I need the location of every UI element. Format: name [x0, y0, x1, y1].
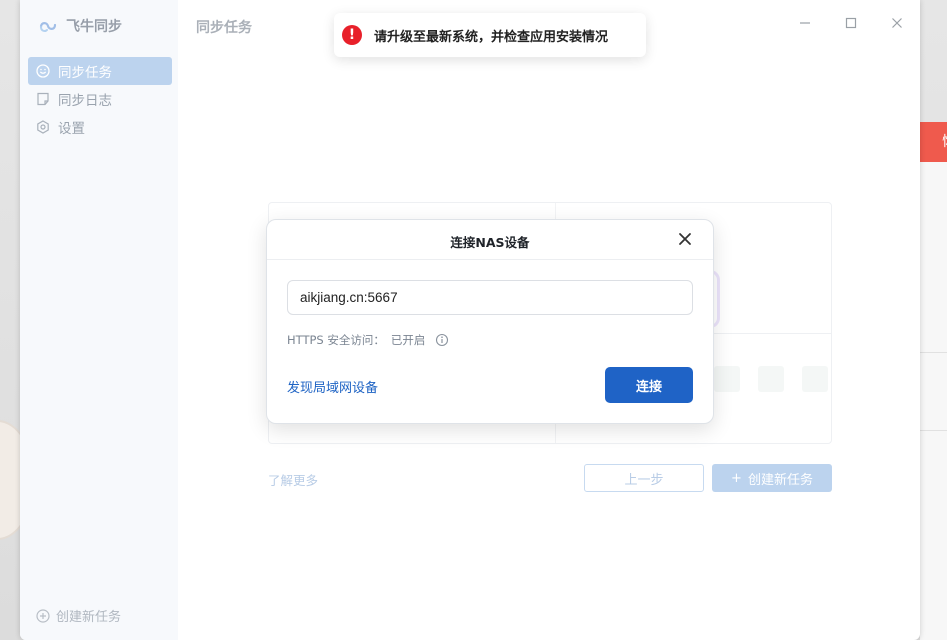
background-divider: [920, 430, 947, 431]
app-window: 飞牛同步 同步任务 同步日志 设置 创建新任务 同步任务 了解更多 上一步 + …: [20, 0, 920, 640]
minimize-icon: [800, 22, 810, 24]
sidebar-item-sync-tasks[interactable]: 同步任务: [28, 57, 172, 85]
dialog-close-icon[interactable]: [677, 231, 693, 247]
close-window-button[interactable]: [888, 14, 906, 32]
sidebar-item-label: 同步任务: [58, 65, 112, 81]
brand: 飞牛同步: [38, 16, 122, 36]
dialog-title: 连接NAS设备: [450, 235, 530, 250]
previous-step-button[interactable]: 上一步: [584, 464, 704, 492]
background-window-panel: [920, 162, 947, 640]
create-task-label: 创建新任务: [747, 472, 813, 488]
sidebar-nav: 同步任务 同步日志 设置: [28, 57, 172, 141]
create-task-button[interactable]: + 创建新任务: [712, 464, 832, 492]
sidebar-item-settings[interactable]: 设置: [28, 113, 172, 141]
sidebar-create-task-button[interactable]: 创建新任务: [36, 606, 121, 625]
connect-button[interactable]: 连接: [605, 367, 693, 403]
https-status-row: HTTPS 安全访问： 已开启: [287, 332, 449, 348]
logo-icon: [39, 22, 57, 32]
error-icon: !: [342, 25, 362, 45]
note-icon: [36, 92, 50, 106]
https-value: 已开启: [390, 333, 426, 347]
sidebar-item-label: 设置: [58, 121, 85, 137]
placeholder-tile: [758, 366, 784, 392]
sidebar-item-label: 同步日志: [58, 93, 112, 109]
error-toast: ! 请升级至最新系统，并检查应用安装情况: [334, 13, 646, 57]
maximize-icon: [845, 17, 857, 29]
learn-more-link[interactable]: 了解更多: [268, 470, 318, 489]
gear-icon: [36, 120, 50, 134]
page-title: 同步任务: [196, 20, 252, 36]
plus-icon: +: [731, 470, 742, 486]
placeholder-tile: [714, 366, 740, 392]
card-row-divider: [713, 333, 832, 334]
placeholder-tile: [802, 366, 828, 392]
plus-circle-icon: [36, 608, 50, 623]
sidebar-item-sync-log[interactable]: 同步日志: [28, 85, 172, 113]
sidebar: 飞牛同步 同步任务 同步日志 设置 创建新任务: [20, 0, 178, 640]
background-divider: [920, 352, 947, 353]
discover-lan-devices-link[interactable]: 发现局域网设备: [287, 377, 378, 396]
close-icon: [892, 18, 902, 28]
connect-nas-dialog: 连接NAS设备 HTTPS 安全访问： 已开启 发现局域网设备 连接: [266, 219, 714, 424]
app-name: 飞牛同步: [66, 19, 122, 35]
window-controls: [796, 14, 906, 32]
info-icon[interactable]: [435, 333, 449, 347]
nas-address-input[interactable]: [287, 280, 693, 315]
https-label: HTTPS 安全访问：: [287, 333, 385, 347]
red-tab-glyph: 恢: [942, 134, 947, 150]
sidebar-create-task-label: 创建新任务: [56, 610, 122, 625]
minimize-button[interactable]: [796, 14, 814, 32]
background-red-tab: 恢: [920, 122, 947, 162]
smile-icon: [36, 64, 50, 78]
dialog-header: 连接NAS设备: [267, 220, 713, 260]
maximize-button[interactable]: [842, 14, 860, 32]
toast-message: 请升级至最新系统，并检查应用安装情况: [374, 29, 609, 45]
